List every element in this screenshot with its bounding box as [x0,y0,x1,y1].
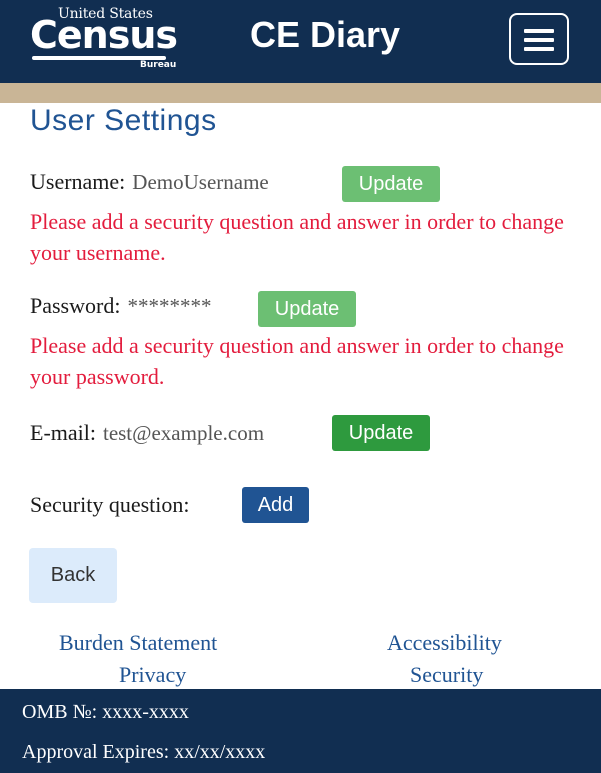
menu-button[interactable] [509,13,569,65]
approval-expires: Approval Expires: xx/xx/xxxx [22,741,266,763]
password-label: Password: [30,293,121,318]
username-label: Username: [30,169,126,194]
password-value: ******** [127,294,212,318]
security-question-row: Security question: [30,492,189,518]
omb-number: OMB №: xxxx-xxxx [22,701,189,723]
email-value: test@example.com [102,421,265,445]
back-button[interactable]: Back [29,548,117,603]
email-label: E-mail: [30,420,96,445]
username-value: DemoUsername [132,170,269,194]
security-link[interactable]: Security [410,662,483,688]
username-row: Username: DemoUsername [30,169,269,195]
security-question-label: Security question: [30,492,190,517]
email-row: E-mail: test@example.com [30,420,264,446]
password-row: Password: ******** [30,293,211,319]
password-warning: Please add a security question and answe… [30,333,564,389]
email-update-button[interactable]: Update [332,415,430,451]
accessibility-link[interactable]: Accessibility [387,630,502,656]
header-accent-band [0,83,601,103]
app-header: United States Census Bureau CE Diary [0,0,601,83]
footer: OMB №: xxxx-xxxx Approval Expires: xx/xx… [0,689,601,773]
security-question-add-button[interactable]: Add [242,487,309,523]
logo-census: Census [30,13,178,57]
password-update-button[interactable]: Update [258,291,356,327]
username-update-button[interactable]: Update [342,166,440,202]
app-title: CE Diary [250,14,401,55]
logo-bureau: Bureau [140,60,177,70]
username-warning: Please add a security question and answe… [30,209,564,265]
census-logo[interactable]: United States Census Bureau [30,4,180,70]
page-title: User Settings [30,104,217,137]
privacy-link[interactable]: Privacy [119,662,186,688]
burden-statement-link[interactable]: Burden Statement [59,630,217,656]
